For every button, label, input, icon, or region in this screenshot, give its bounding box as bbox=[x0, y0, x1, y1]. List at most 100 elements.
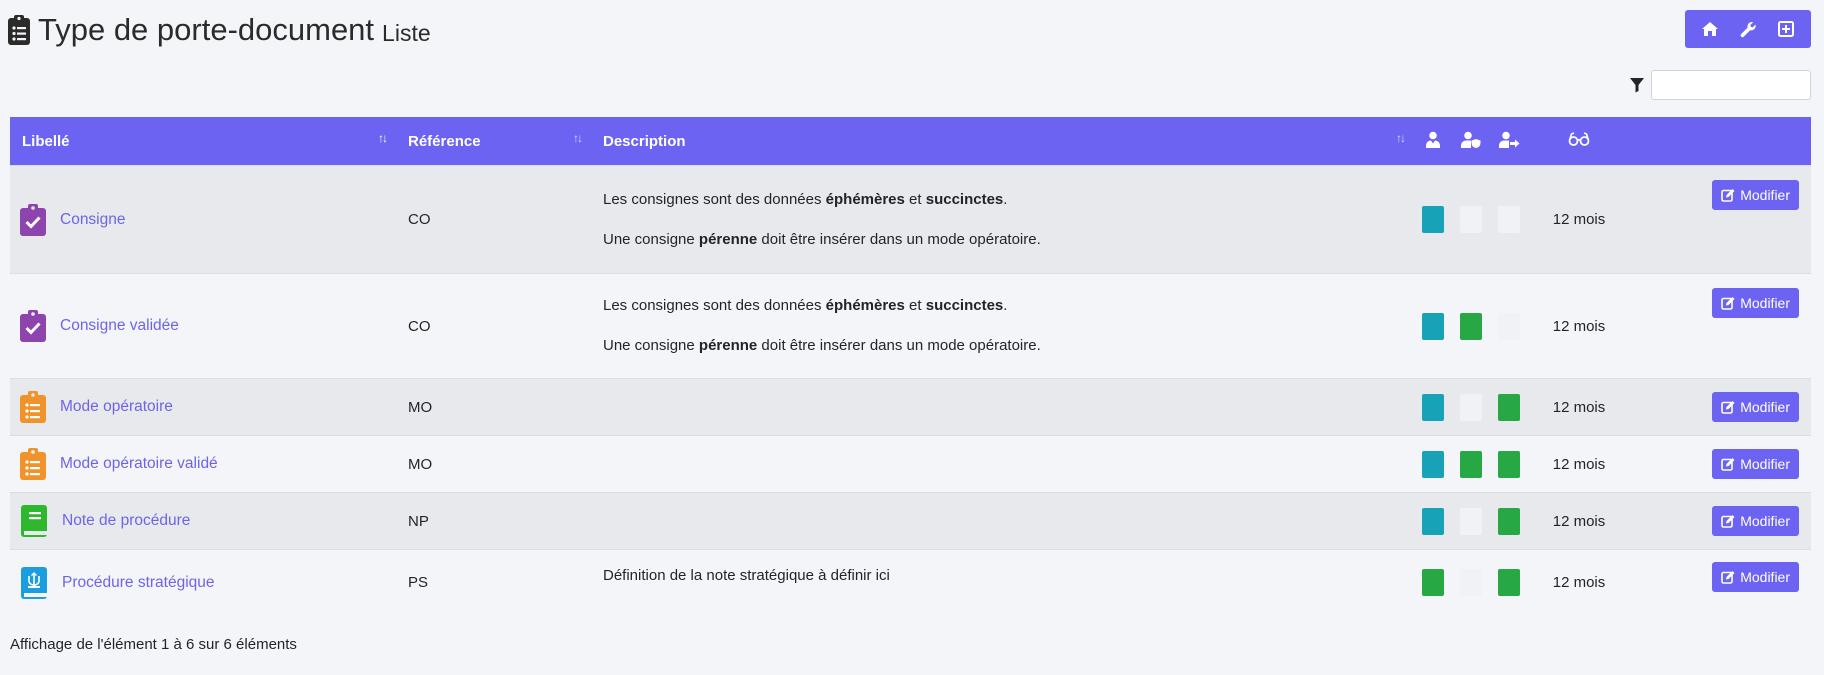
table-row: Consigne CO Les consignes sont des donné… bbox=[10, 165, 1811, 274]
status-square bbox=[1498, 312, 1520, 340]
libelle-link[interactable]: Note de procédure bbox=[62, 512, 190, 530]
status-cell bbox=[1490, 550, 1528, 616]
status-cell bbox=[1490, 436, 1528, 493]
modify-button[interactable]: Modifier bbox=[1712, 562, 1799, 592]
modify-button[interactable]: Modifier bbox=[1712, 288, 1799, 318]
action-cell: Modifier bbox=[1630, 436, 1811, 493]
status-cell bbox=[1414, 436, 1452, 493]
status-square bbox=[1460, 507, 1482, 535]
reference-cell: CO bbox=[408, 211, 431, 228]
libelle-link[interactable]: Mode opératoire validé bbox=[60, 455, 218, 473]
user-arrow-icon bbox=[1498, 131, 1519, 148]
libelle-cell: Mode opératoire bbox=[10, 379, 396, 436]
clipboard-list-icon bbox=[20, 391, 46, 423]
modify-button[interactable]: Modifier bbox=[1712, 180, 1799, 210]
settings-button[interactable] bbox=[1733, 14, 1763, 44]
toolbar bbox=[1685, 10, 1811, 48]
libelle-link[interactable]: Mode opératoire bbox=[60, 398, 173, 416]
duration-cell: 12 mois bbox=[1552, 574, 1606, 592]
column-user-arrow bbox=[1490, 117, 1528, 166]
modify-button[interactable]: Modifier bbox=[1712, 392, 1799, 422]
status-square bbox=[1422, 507, 1444, 535]
table-row: Mode opératoire validé MO 12 mois Modifi… bbox=[10, 435, 1811, 493]
column-user-tie bbox=[1414, 117, 1452, 166]
status-square bbox=[1460, 450, 1482, 478]
status-cell bbox=[1452, 166, 1490, 274]
status-square bbox=[1422, 569, 1444, 597]
duration-cell: 12 mois bbox=[1552, 512, 1606, 530]
clipboard-list-icon bbox=[20, 448, 46, 480]
libelle-link[interactable]: Consigne bbox=[60, 211, 126, 229]
duration-cell: 12 mois bbox=[1552, 317, 1606, 335]
document-type-table: Libellé ↑↓ Référence ↑↓ Description ↑↓ C… bbox=[10, 117, 1811, 616]
duration-cell: 12 mois bbox=[1552, 211, 1606, 228]
description-cell bbox=[591, 493, 1414, 550]
status-cell bbox=[1414, 379, 1452, 436]
column-libelle[interactable]: Libellé ↑↓ bbox=[10, 117, 396, 166]
reference-cell: MO bbox=[408, 398, 433, 416]
status-square bbox=[1498, 393, 1520, 421]
duration-cell: 12 mois bbox=[1552, 455, 1606, 473]
filter-icon bbox=[1630, 78, 1644, 93]
libelle-cell: Mode opératoire validé bbox=[10, 436, 396, 493]
reference-cell: MO bbox=[408, 455, 433, 473]
status-square bbox=[1422, 450, 1444, 478]
clipboard-check-icon bbox=[20, 310, 46, 342]
column-user-shield bbox=[1452, 117, 1490, 166]
libelle-cell: Consigne validée bbox=[10, 274, 396, 379]
wrench-icon bbox=[1740, 21, 1756, 37]
libelle-link[interactable]: Procédure stratégique bbox=[62, 574, 215, 592]
description-line: Une consigne pérenne doit être insérer d… bbox=[603, 230, 1041, 248]
status-square bbox=[1498, 450, 1520, 478]
status-cell bbox=[1490, 379, 1528, 436]
home-icon bbox=[1702, 22, 1718, 36]
plus-square-icon bbox=[1778, 21, 1794, 37]
home-button[interactable] bbox=[1695, 14, 1725, 44]
status-cell bbox=[1414, 550, 1452, 616]
modify-button[interactable]: Modifier bbox=[1712, 506, 1799, 536]
libelle-cell: Consigne bbox=[10, 166, 396, 274]
description-line: Les consignes sont des données éphémères… bbox=[603, 190, 1008, 208]
edit-icon bbox=[1721, 458, 1735, 471]
table-row: Consigne validée CO Les consignes sont d… bbox=[10, 273, 1811, 379]
duration-cell: 12 mois bbox=[1552, 398, 1606, 416]
status-cell bbox=[1452, 379, 1490, 436]
status-square bbox=[1460, 393, 1482, 421]
table-header-row: Libellé ↑↓ Référence ↑↓ Description ↑↓ bbox=[10, 117, 1811, 166]
description-line: Les consignes sont des données éphémères… bbox=[603, 297, 1008, 314]
sort-icon: ↑↓ bbox=[1396, 131, 1406, 145]
user-tie-icon bbox=[1426, 131, 1440, 148]
reference-cell: PS bbox=[408, 574, 429, 592]
status-cell bbox=[1414, 274, 1452, 379]
column-description[interactable]: Description ↑↓ bbox=[591, 117, 1414, 166]
action-cell: Modifier bbox=[1630, 379, 1811, 436]
user-shield-icon bbox=[1461, 131, 1481, 148]
edit-icon bbox=[1721, 401, 1735, 414]
status-square bbox=[1498, 507, 1520, 535]
action-cell: Modifier bbox=[1630, 493, 1811, 550]
modify-button[interactable]: Modifier bbox=[1712, 449, 1799, 479]
filter-row bbox=[1629, 70, 1811, 100]
libelle-link[interactable]: Consigne validée bbox=[60, 317, 179, 335]
reference-cell: CO bbox=[408, 317, 431, 335]
clipboard-check-icon bbox=[20, 203, 46, 236]
status-square bbox=[1498, 206, 1520, 233]
column-actions bbox=[1630, 117, 1811, 166]
description-cell: Les consignes sont des données éphémères… bbox=[591, 274, 1414, 379]
page-header: Type de porte-document Liste bbox=[8, 10, 431, 50]
column-reference[interactable]: Référence ↑↓ bbox=[396, 117, 591, 166]
add-button[interactable] bbox=[1771, 14, 1801, 44]
status-cell bbox=[1452, 436, 1490, 493]
description-cell: Les consignes sont des données éphémères… bbox=[591, 166, 1414, 274]
description-line: Définition de la note stratégique à défi… bbox=[603, 567, 890, 584]
sort-icon: ↑↓ bbox=[378, 131, 388, 145]
status-cell bbox=[1414, 493, 1452, 550]
pagination-info: Affichage de l'élément 1 à 6 sur 6 éléme… bbox=[10, 636, 297, 653]
action-cell: Modifier bbox=[1630, 550, 1811, 616]
status-square bbox=[1422, 206, 1444, 233]
filter-input[interactable] bbox=[1651, 70, 1811, 100]
table-row: Note de procédure NP 12 mois Modifier bbox=[10, 492, 1811, 550]
description-cell bbox=[591, 379, 1414, 436]
edit-icon bbox=[1721, 515, 1735, 528]
table-row: Procédure stratégique PS Définition de l… bbox=[10, 549, 1811, 616]
